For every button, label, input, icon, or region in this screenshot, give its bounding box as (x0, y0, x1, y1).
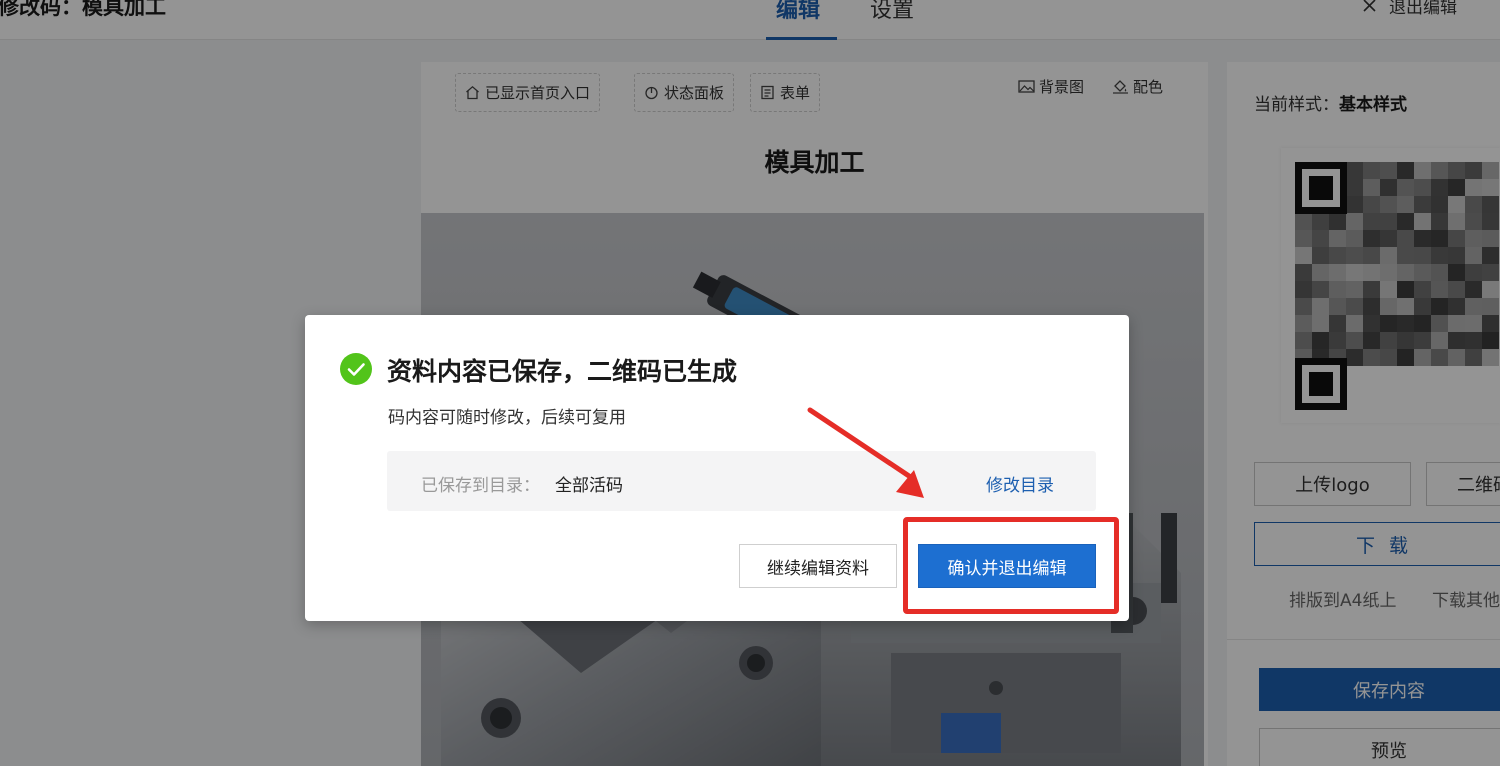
highlight-frame (903, 517, 1119, 614)
directory-label: 已保存到目录： (421, 476, 540, 496)
directory-value: 全部活码 (555, 476, 623, 496)
dialog-title: 资料内容已保存，二维码已生成 (387, 357, 738, 386)
dialog-description: 码内容可随时修改，后续可复用 (388, 408, 626, 428)
continue-editing-button[interactable]: 继续编辑资料 (739, 544, 897, 588)
change-directory-link[interactable]: 修改目录 (986, 471, 1054, 496)
annotation-arrow-icon (807, 407, 924, 498)
check-circle-icon (340, 353, 372, 385)
